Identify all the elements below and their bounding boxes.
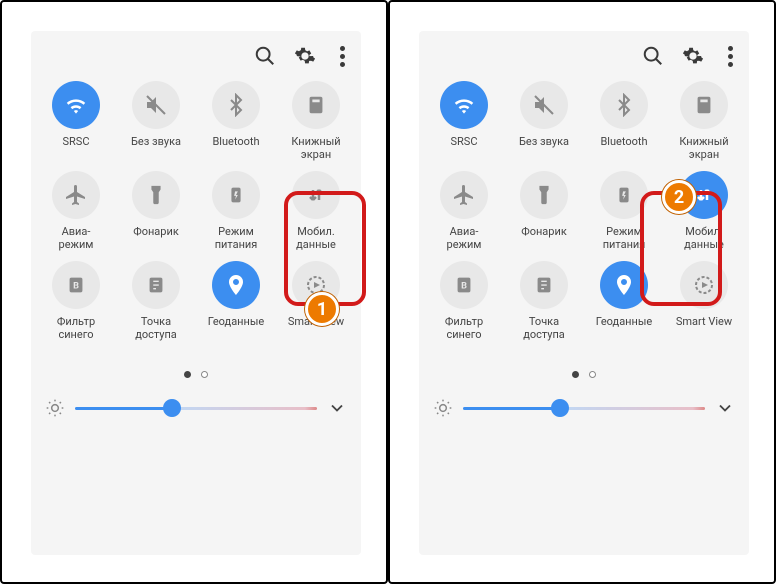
tile-label: Геоданные bbox=[208, 315, 265, 343]
qs-tile-airplane[interactable]: Авиа- режим bbox=[425, 171, 503, 253]
hotspot-icon[interactable] bbox=[520, 261, 568, 309]
hotspot-icon[interactable] bbox=[132, 261, 180, 309]
airplane-icon[interactable] bbox=[440, 171, 488, 219]
qs-tile-power[interactable]: Режим питания bbox=[197, 171, 275, 253]
topbar bbox=[31, 31, 361, 77]
brightness-thumb[interactable] bbox=[551, 399, 569, 417]
blue-icon[interactable]: B bbox=[52, 261, 100, 309]
gear-icon[interactable] bbox=[682, 45, 704, 67]
qs-tile-mute[interactable]: Без звука bbox=[117, 81, 195, 163]
qs-tile-bluefilter[interactable]: B Фильтр синего bbox=[425, 261, 503, 343]
brightness-row bbox=[419, 390, 749, 430]
qs-tile-mute[interactable]: Без звука bbox=[505, 81, 583, 163]
highlight-box-1 bbox=[284, 191, 366, 306]
wifi-icon[interactable] bbox=[52, 81, 100, 129]
tile-label: Bluetooth bbox=[600, 135, 647, 163]
search-icon[interactable] bbox=[254, 45, 276, 67]
power-icon[interactable] bbox=[212, 171, 260, 219]
annotation-2: 2 bbox=[662, 180, 696, 214]
mute-icon[interactable] bbox=[132, 81, 180, 129]
tile-label: Книжный экран bbox=[291, 135, 340, 163]
brightness-slider[interactable] bbox=[75, 407, 317, 410]
tile-label: Режим питания bbox=[215, 225, 258, 253]
tile-label: Точка доступа bbox=[523, 315, 565, 343]
tile-label: Точка доступа bbox=[135, 315, 177, 343]
brightness-icon bbox=[45, 398, 65, 418]
chevron-down-icon[interactable] bbox=[715, 398, 735, 418]
qs-tile-flashlight[interactable]: Фонарик bbox=[505, 171, 583, 253]
brightness-icon bbox=[433, 398, 453, 418]
qs-tile-bluetooth[interactable]: Bluetooth bbox=[197, 81, 275, 163]
airplane-icon[interactable] bbox=[52, 171, 100, 219]
qs-tile-hotspot[interactable]: Точка доступа bbox=[505, 261, 583, 343]
book-icon[interactable] bbox=[680, 81, 728, 129]
tile-label: Без звука bbox=[131, 135, 181, 163]
bluetooth-icon[interactable] bbox=[600, 81, 648, 129]
qs-tile-book[interactable]: Книжный экран bbox=[277, 81, 355, 163]
qs-tile-bluetooth[interactable]: Bluetooth bbox=[585, 81, 663, 163]
tile-label: Smart View bbox=[676, 315, 732, 343]
svg-text:B: B bbox=[461, 282, 467, 292]
pager[interactable] bbox=[31, 347, 361, 390]
annotation-1: 1 bbox=[305, 292, 339, 326]
tile-label: Фонарик bbox=[133, 225, 179, 253]
qs-tile-flashlight[interactable]: Фонарик bbox=[117, 171, 195, 253]
qs-tile-wifi[interactable]: SRSC bbox=[37, 81, 115, 163]
tile-label: SRSC bbox=[450, 135, 477, 163]
tile-label: Фильтр синего bbox=[57, 315, 95, 343]
more-icon[interactable] bbox=[334, 46, 351, 67]
qs-tile-airplane[interactable]: Авиа- режим bbox=[37, 171, 115, 253]
tile-label: Геоданные bbox=[596, 315, 653, 343]
brightness-row bbox=[31, 390, 361, 430]
brightness-thumb[interactable] bbox=[163, 399, 181, 417]
tile-label: SRSC bbox=[62, 135, 89, 163]
pager[interactable] bbox=[419, 347, 749, 390]
qs-tile-wifi[interactable]: SRSC bbox=[425, 81, 503, 163]
tile-label: Фильтр синего bbox=[445, 315, 483, 343]
svg-text:B: B bbox=[73, 282, 79, 292]
qs-tile-location[interactable]: Геоданные bbox=[197, 261, 275, 343]
qs-tile-book[interactable]: Книжный экран bbox=[665, 81, 743, 163]
tile-label: Фонарик bbox=[521, 225, 567, 253]
more-icon[interactable] bbox=[722, 46, 739, 67]
tile-label: Авиа- режим bbox=[59, 225, 94, 253]
tile-label: Авиа- режим bbox=[447, 225, 482, 253]
tile-label: Без звука bbox=[519, 135, 569, 163]
search-icon[interactable] bbox=[642, 45, 664, 67]
wifi-icon[interactable] bbox=[440, 81, 488, 129]
book-icon[interactable] bbox=[292, 81, 340, 129]
blue-icon[interactable]: B bbox=[440, 261, 488, 309]
bluetooth-icon[interactable] bbox=[212, 81, 260, 129]
chevron-down-icon[interactable] bbox=[327, 398, 347, 418]
qs-tile-hotspot[interactable]: Точка доступа bbox=[117, 261, 195, 343]
tile-label: Режим питания bbox=[603, 225, 646, 253]
brightness-slider[interactable] bbox=[463, 407, 705, 410]
flashlight-icon[interactable] bbox=[520, 171, 568, 219]
tile-label: Книжный экран bbox=[679, 135, 728, 163]
topbar bbox=[419, 31, 749, 77]
tile-label: Bluetooth bbox=[212, 135, 259, 163]
qs-tile-bluefilter[interactable]: B Фильтр синего bbox=[37, 261, 115, 343]
flashlight-icon[interactable] bbox=[132, 171, 180, 219]
mute-icon[interactable] bbox=[520, 81, 568, 129]
gear-icon[interactable] bbox=[294, 45, 316, 67]
location-icon[interactable] bbox=[212, 261, 260, 309]
